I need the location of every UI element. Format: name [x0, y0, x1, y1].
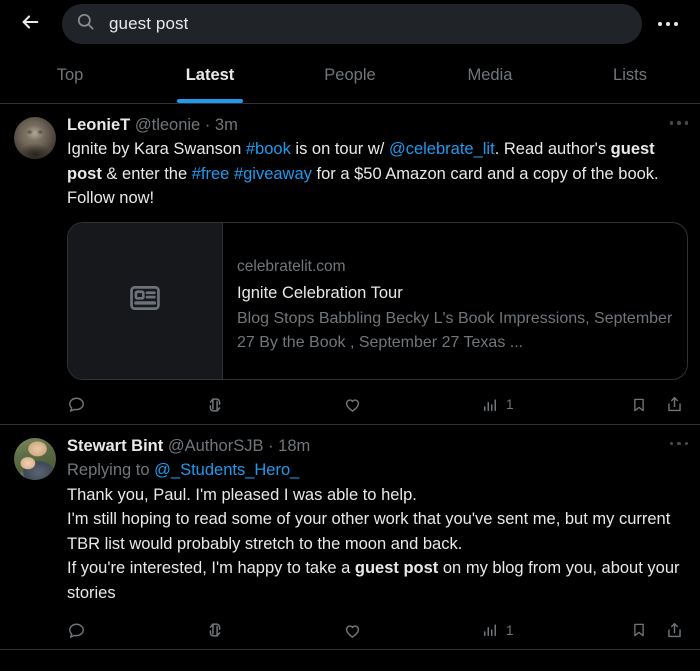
tab-people[interactable]: People: [280, 48, 420, 103]
bold-text: guest post: [354, 559, 439, 577]
inline-link[interactable]: @celebrate_lit: [389, 140, 495, 158]
plain-text: is on tour w/: [290, 140, 389, 158]
author-name[interactable]: Stewart Bint: [67, 437, 163, 455]
retweet-button[interactable]: [205, 395, 343, 415]
tweet-header: Stewart Bint @AuthorSJB · 18m: [67, 435, 688, 457]
bookmark-button[interactable]: [606, 396, 648, 414]
reply-icon: [67, 395, 86, 414]
timestamp: 18m: [278, 436, 311, 455]
plain-text: & enter the: [101, 164, 192, 183]
replying-to-label: Replying to: [67, 460, 150, 479]
reply-button[interactable]: [67, 621, 205, 640]
tweet-header: LeonieT @tleonie · 3m: [67, 114, 688, 136]
card-title: Ignite Celebration Tour: [237, 284, 403, 302]
bookmark-icon: [630, 621, 648, 639]
search-icon: [76, 12, 95, 36]
tweet-overflow-button[interactable]: [658, 435, 688, 445]
more-horizontal-icon: [669, 121, 688, 125]
tab-label: Media: [467, 66, 513, 84]
retweet-icon: [205, 395, 225, 415]
tab-media[interactable]: Media: [420, 48, 560, 103]
analytics-icon: [481, 621, 499, 639]
retweet-button[interactable]: [205, 620, 343, 640]
tweet-item[interactable]: Stewart Bint @AuthorSJB · 18m Replying t…: [0, 425, 700, 650]
search-tabs: Top Latest People Media Lists: [0, 48, 700, 104]
tweet-text: Thank you, Paul. I'm pleased I was able …: [67, 483, 688, 606]
tweet-item[interactable]: LeonieT @tleonie · 3m Ignite by Kara Swa…: [0, 104, 700, 425]
share-button[interactable]: [648, 395, 684, 414]
reply-button[interactable]: [67, 395, 205, 414]
tweet-actions: 1: [67, 386, 688, 424]
share-icon: [665, 395, 684, 414]
back-arrow-icon: [19, 11, 41, 38]
bookmark-button[interactable]: [606, 621, 648, 639]
tab-label: Lists: [613, 66, 647, 84]
twitter-search-results-screen: guest post Top Latest People Media Lists: [0, 0, 700, 671]
separator-dot: ·: [268, 436, 274, 455]
views-count: 1: [506, 622, 514, 638]
plain-text: I'm still hoping to read some of your ot…: [67, 510, 671, 553]
article-placeholder-icon: [128, 281, 162, 320]
heart-icon: [343, 395, 362, 414]
heart-icon: [343, 621, 362, 640]
bookmark-icon: [630, 396, 648, 414]
tab-lists[interactable]: Lists: [560, 48, 700, 103]
top-bar: guest post: [0, 0, 700, 48]
tab-label: People: [324, 66, 376, 84]
views-button[interactable]: 1: [481, 396, 606, 414]
replying-to-handle[interactable]: @_Students_Hero_: [154, 461, 299, 479]
tweet-text: Ignite by Kara Swanson #book is on tour …: [67, 137, 688, 211]
avatar[interactable]: [14, 117, 56, 159]
inline-link[interactable]: #book: [246, 140, 291, 158]
share-icon: [665, 621, 684, 640]
inline-link[interactable]: #free: [192, 165, 230, 183]
card-thumbnail: [68, 222, 223, 379]
timestamp: 3m: [214, 116, 238, 134]
plain-text: . Read author's: [494, 140, 611, 158]
author-handle[interactable]: @tleonie: [135, 116, 200, 134]
card-domain: celebratelit.com: [237, 258, 346, 275]
views-button[interactable]: 1: [481, 621, 606, 639]
retweet-icon: [205, 620, 225, 640]
back-button[interactable]: [8, 2, 52, 46]
card-description: Blog Stops Babbling Becky L's Book Impre…: [237, 310, 673, 351]
replying-to-line: Replying to @_Students_Hero_: [67, 458, 688, 482]
tab-label: Top: [56, 66, 84, 84]
share-button[interactable]: [648, 621, 684, 640]
search-bar[interactable]: guest post: [62, 4, 642, 44]
analytics-icon: [481, 396, 499, 414]
author-name[interactable]: LeonieT: [67, 116, 130, 134]
reply-icon: [67, 621, 86, 640]
separator-dot: ·: [204, 116, 211, 134]
search-input[interactable]: guest post: [109, 14, 188, 34]
tab-latest[interactable]: Latest: [140, 48, 280, 103]
like-button[interactable]: [343, 621, 481, 640]
plain-text: If you're interested, I'm happy to take …: [67, 559, 355, 577]
author-handle[interactable]: @AuthorSJB: [168, 437, 264, 455]
tweet-overflow-button[interactable]: [658, 114, 688, 125]
active-tab-indicator: [177, 99, 243, 103]
tab-top[interactable]: Top: [0, 48, 140, 103]
like-button[interactable]: [343, 395, 481, 414]
plain-text: Thank you, Paul. I'm pleased I was able …: [67, 485, 417, 504]
avatar[interactable]: [14, 437, 56, 480]
inline-link[interactable]: #giveaway: [234, 165, 312, 183]
views-count: 1: [506, 397, 514, 412]
overflow-menu-button[interactable]: [648, 4, 688, 44]
tweet-actions: 1: [67, 611, 688, 649]
link-preview-card[interactable]: celebratelit.com Ignite Celebration Tour…: [67, 221, 688, 380]
tab-label: Latest: [185, 66, 235, 84]
more-horizontal-icon: [658, 22, 678, 26]
more-horizontal-icon: [669, 441, 688, 445]
plain-text: Ignite by Kara Swanson: [67, 140, 246, 158]
